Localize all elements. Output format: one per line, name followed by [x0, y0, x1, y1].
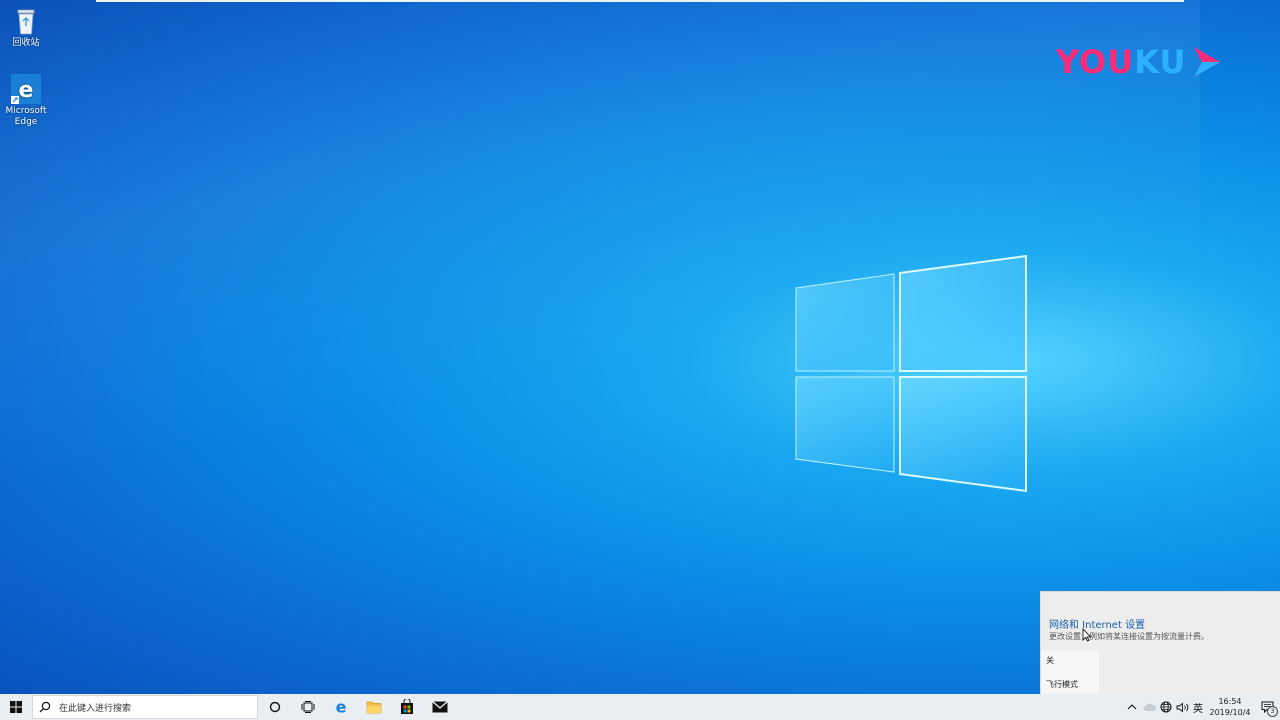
store-icon	[400, 699, 413, 714]
svg-text:e: e	[335, 699, 346, 715]
store-button[interactable]	[390, 694, 423, 720]
onedrive-button[interactable]	[1142, 694, 1158, 720]
airplane-mode-tile[interactable]: 关 飞行模式	[1041, 650, 1099, 695]
notification-count-badge: 3	[1267, 706, 1278, 717]
airplane-mode-label: 飞行模式	[1046, 680, 1078, 689]
desktop-icon-label: Microsoft Edge	[5, 106, 47, 127]
windows-start-icon	[10, 701, 22, 713]
mail-icon	[431, 701, 448, 713]
network-settings-description: 更改设置，例如将某连接设置为按流量计费。	[1049, 632, 1209, 641]
desktop-icon-label: 回收站	[12, 38, 40, 48]
desktop-icon-edge[interactable]: e Microsoft Edge	[0, 74, 52, 128]
file-explorer-icon	[366, 701, 381, 714]
watermark-text-you: YOU	[1056, 43, 1135, 81]
watermark-text-ku: KU	[1134, 43, 1187, 81]
desktop-icon-recycle-bin[interactable]: 回收站	[0, 6, 52, 49]
taskbar: 在此键入进行搜索 e 英 16:54 2019/10/4 3	[0, 694, 1280, 720]
action-center-button[interactable]: 3	[1254, 694, 1280, 720]
show-hidden-icons-button[interactable]	[1122, 694, 1142, 720]
search-placeholder: 在此键入进行搜索	[59, 703, 132, 714]
taskbar-search-box[interactable]: 在此键入进行搜索	[32, 695, 258, 719]
taskbar-edge-button[interactable]: e	[324, 694, 357, 720]
volume-button[interactable]	[1174, 694, 1190, 720]
task-view-icon	[301, 701, 314, 713]
windows-wallpaper-logo	[795, 254, 1027, 493]
clock-date: 2019/10/4	[1209, 708, 1251, 717]
network-button[interactable]	[1158, 694, 1174, 720]
task-view-button[interactable]	[291, 694, 324, 720]
clock[interactable]: 16:54 2019/10/4	[1206, 694, 1254, 720]
edge-icon: e	[11, 74, 41, 104]
network-internet-settings-link[interactable]: 网络和 Internet 设置	[1049, 616, 1145, 631]
globe-icon	[1160, 701, 1172, 713]
play-arrow-icon	[1194, 47, 1221, 77]
clock-time: 16:54	[1218, 697, 1242, 706]
speaker-icon	[1176, 702, 1188, 712]
youku-watermark: YOU KU	[1056, 42, 1236, 82]
input-method-indicator[interactable]: 英	[1190, 694, 1206, 720]
airplane-mode-state: 关	[1046, 656, 1054, 665]
search-icon	[39, 701, 51, 713]
recycle-bin-icon	[17, 9, 35, 35]
mouse-cursor	[1082, 628, 1092, 642]
cortana-button[interactable]	[258, 694, 291, 720]
desktop[interactable]: 回收站 e Microsoft Edge YOU KU	[0, 0, 1280, 694]
edge-icon: e	[335, 699, 346, 715]
system-tray: 英 16:54 2019/10/4 3	[1122, 694, 1280, 720]
top-window-edge	[96, 0, 1184, 2]
file-explorer-button[interactable]	[357, 694, 390, 720]
cloud-icon	[1143, 703, 1157, 711]
network-flyout: 网络和 Internet 设置 更改设置，例如将某连接设置为按流量计费。 关 飞…	[1040, 591, 1280, 695]
cortana-icon	[269, 701, 280, 713]
svg-text:e: e	[19, 78, 34, 103]
chevron-up-icon	[1127, 704, 1137, 710]
mail-button[interactable]	[423, 694, 456, 720]
start-button[interactable]	[0, 694, 32, 720]
